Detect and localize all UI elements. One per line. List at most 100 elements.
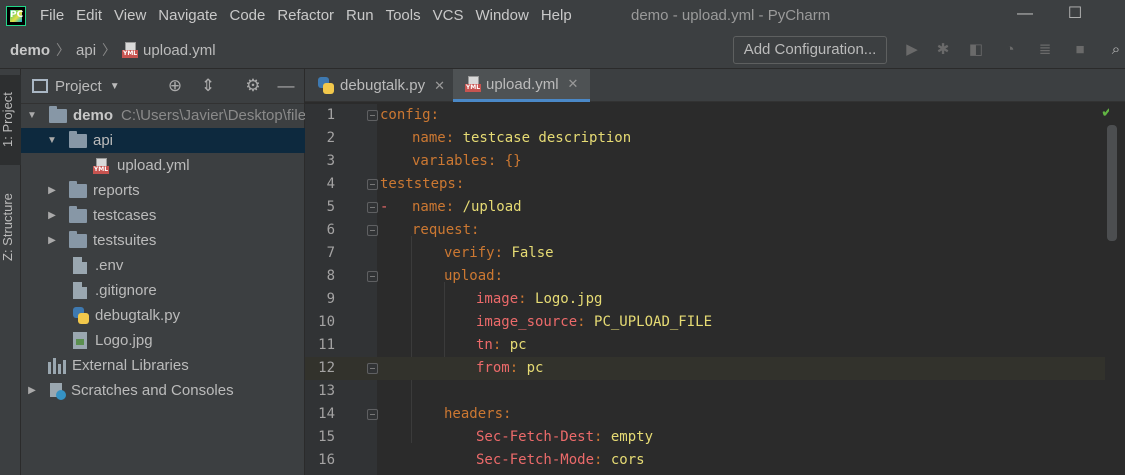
code-line[interactable]: 7 verify: False [305, 242, 1105, 265]
tree-item-debugtalk-py[interactable]: debugtalk.py [21, 303, 305, 328]
folder-icon [69, 230, 87, 248]
menu-refactor[interactable]: Refactor [271, 0, 340, 32]
tab-structure-tool[interactable]: Z: Structure [0, 179, 21, 275]
yaml-value: PC_UPLOAD_FILE [594, 314, 713, 330]
profile-icon[interactable]: ◔ [1000, 40, 1020, 60]
code-line[interactable]: 8 upload: [305, 265, 1105, 288]
code-line[interactable]: 1 config: [305, 104, 1105, 127]
menu-file[interactable]: File [34, 0, 70, 32]
run-icon[interactable]: ▶ [902, 40, 922, 60]
code-line[interactable]: 4 teststeps: [305, 173, 1105, 196]
close-icon[interactable]: ✕ [434, 78, 445, 94]
tab-upload-yml[interactable]: YML upload.yml ✕ [453, 69, 590, 102]
tree-item-demo[interactable]: ▼ demo C:\Users\Javier\Desktop\file [21, 103, 305, 128]
chevron-right-icon[interactable]: ▶ [24, 385, 40, 396]
folder-icon [69, 130, 87, 148]
menu-vcs[interactable]: VCS [427, 0, 470, 32]
coverage-icon[interactable]: ◧ [966, 40, 986, 60]
add-configuration-button[interactable]: Add Configuration... [733, 36, 887, 64]
chevron-right-icon[interactable]: ▶ [44, 185, 60, 196]
chevron-right-icon[interactable]: ▶ [44, 210, 60, 221]
yaml-colon: : [471, 222, 488, 238]
breadcrumb-api[interactable]: api [76, 42, 96, 59]
tab-debugtalk-py[interactable]: debugtalk.py ✕ [305, 69, 453, 102]
minimize-button[interactable]: — [1002, 0, 1048, 28]
breadcrumb-demo[interactable]: demo [10, 42, 50, 59]
yaml-value: empty [610, 429, 654, 445]
menu-window[interactable]: Window [469, 0, 534, 32]
code-line[interactable]: 10 image_source: PC_UPLOAD_FILE [305, 311, 1105, 334]
line-number: 14 [318, 406, 335, 422]
tab-label: debugtalk.py [340, 77, 426, 94]
fold-marker-icon[interactable] [367, 225, 378, 236]
fold-marker-icon[interactable] [367, 271, 378, 282]
code-line[interactable]: 15 Sec-Fetch-Dest: empty [305, 426, 1105, 449]
close-icon[interactable]: ✕ [568, 76, 579, 92]
fold-marker-icon[interactable] [367, 110, 378, 121]
chevron-down-icon[interactable]: ▼ [24, 110, 40, 121]
yaml-key: image_source [476, 314, 578, 330]
maximize-button[interactable]: ☐ [1052, 0, 1098, 28]
search-everywhere-icon[interactable]: ⌕ [1106, 40, 1125, 60]
fold-marker-icon[interactable] [367, 202, 378, 213]
menu-view[interactable]: View [108, 0, 152, 32]
yaml-value: pc [509, 337, 527, 353]
chevron-down-icon[interactable]: ▼ [110, 81, 120, 92]
hide-panel-icon[interactable]: — [275, 75, 297, 97]
tree-item-api[interactable]: ▼ api [21, 128, 305, 153]
collapse-all-icon[interactable]: ⇕ [197, 75, 219, 97]
code-line[interactable]: 16 Sec-Fetch-Mode: cors [305, 449, 1105, 472]
code-line[interactable]: 14 headers: [305, 403, 1105, 426]
menu-code[interactable]: Code [223, 0, 271, 32]
tree-item-testsuites[interactable]: ▶ testsuites [21, 228, 305, 253]
tree-item-testcases[interactable]: ▶ testcases [21, 203, 305, 228]
tree-item-path: C:\Users\Javier\Desktop\file [121, 107, 305, 124]
tree-item-scratches[interactable]: ▶ Scratches and Consoles [21, 378, 305, 403]
code-line[interactable]: 5 - name: /upload [305, 196, 1105, 219]
yaml-colon: : [487, 153, 505, 169]
tree-item-logo-jpg[interactable]: Logo.jpg [21, 328, 305, 353]
debug-icon[interactable]: ✱ [933, 40, 953, 60]
line-number: 3 [326, 153, 335, 169]
tree-item-external-libraries[interactable]: External Libraries [21, 353, 305, 378]
menu-navigate[interactable]: Navigate [152, 0, 223, 32]
tree-item-label: api [93, 132, 114, 149]
tree-item-upload-yml[interactable]: YML upload.yml [21, 153, 305, 178]
project-tree: ▼ demo C:\Users\Javier\Desktop\file ▼ ap… [21, 103, 305, 403]
code-line[interactable]: 6 request: [305, 219, 1105, 242]
editor-scrollbar-thumb[interactable] [1107, 125, 1117, 241]
tab-project-tool[interactable]: 1: Project [0, 75, 21, 165]
stop-icon[interactable]: ■ [1070, 40, 1090, 60]
code-line[interactable]: 2 name: testcase description [305, 127, 1105, 150]
code-line[interactable]: 9 image: Logo.jpg [305, 288, 1105, 311]
locate-file-icon[interactable]: ⊕ [164, 75, 186, 97]
gear-icon[interactable]: ⚙ [242, 75, 264, 97]
concurrency-icon[interactable]: ≣ [1035, 40, 1055, 60]
menu-tools[interactable]: Tools [380, 0, 427, 32]
menu-help[interactable]: Help [535, 0, 578, 32]
menu-edit[interactable]: Edit [70, 0, 108, 32]
breadcrumb-upload-yml[interactable]: YML upload.yml [122, 42, 216, 59]
yaml-key: tn [476, 337, 493, 353]
fold-marker-icon[interactable] [367, 363, 378, 374]
folder-icon [69, 180, 87, 198]
tree-item-env[interactable]: .env [21, 253, 305, 278]
chevron-right-icon[interactable]: ▶ [44, 235, 60, 246]
tree-item-gitignore[interactable]: .gitignore [21, 278, 305, 303]
line-number: 15 [318, 429, 335, 445]
yaml-value: pc [526, 360, 544, 376]
chevron-down-icon[interactable]: ▼ [44, 135, 60, 146]
fold-marker-icon[interactable] [367, 409, 378, 420]
line-number: 7 [326, 245, 335, 261]
code-line[interactable]: 13 [305, 380, 1105, 403]
code-line[interactable]: 12 from: pc [305, 357, 1105, 380]
yaml-colon: : [594, 452, 611, 468]
tool-window-strip: 1: Project Z: Structure [0, 69, 21, 475]
code-line[interactable]: 11 tn: pc [305, 334, 1105, 357]
tree-item-reports[interactable]: ▶ reports [21, 178, 305, 203]
code-line[interactable]: 3 variables: {} [305, 150, 1105, 173]
fold-marker-icon[interactable] [367, 179, 378, 190]
menu-run[interactable]: Run [340, 0, 380, 32]
project-view-selector[interactable]: Project [55, 78, 102, 95]
yaml-colon: : [445, 199, 463, 215]
